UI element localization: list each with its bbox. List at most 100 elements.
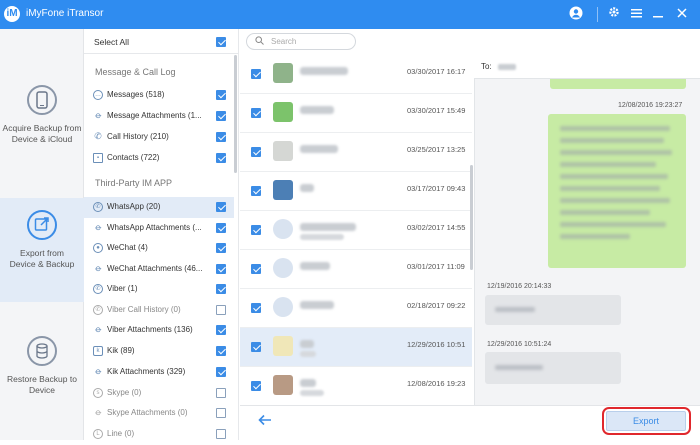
export-button[interactable]: Export: [606, 411, 686, 431]
default-avatar-icon: [273, 258, 293, 278]
message-row[interactable]: 03/30/2017 15:49: [240, 94, 472, 133]
category-viber-attachments[interactable]: ⌀ Viber Attachments (136): [84, 320, 234, 341]
category-checkbox[interactable]: [216, 264, 226, 274]
category-scrollbar[interactable]: [234, 55, 237, 173]
back-arrow-icon[interactable]: [258, 414, 272, 429]
viber-icon: ✆: [93, 305, 103, 315]
message-list: 03/30/2017 16:17 03/30/2017 15:49 03/25/…: [240, 55, 472, 406]
incoming-message-bubble: [485, 352, 621, 384]
row-checkbox[interactable]: [251, 225, 261, 235]
message-row[interactable]: 12/08/2016 19:23: [240, 367, 472, 406]
category-call-history[interactable]: ✆ Call History (210): [84, 127, 234, 148]
row-checkbox[interactable]: [251, 108, 261, 118]
blurred-message-text: [560, 186, 660, 191]
category-skype-attachments[interactable]: ⌀ Skype Attachments (0): [84, 403, 234, 424]
category-message-attachments[interactable]: ⌀ Message Attachments (1...: [84, 106, 234, 127]
category-whatsapp[interactable]: ✆ WhatsApp (20): [84, 197, 234, 218]
blurred-name: [300, 262, 330, 270]
message-row-selected[interactable]: 12/29/2016 10:51: [240, 328, 472, 367]
message-date: 03/25/2017 13:25: [407, 145, 466, 154]
blurred-name: [300, 184, 314, 192]
category-whatsapp-attachments[interactable]: ⌀ WhatsApp Attachments (...: [84, 218, 234, 239]
message-timestamp: 12/19/2016 20:14:33: [487, 283, 552, 290]
category-checkbox[interactable]: [216, 408, 226, 418]
minimize-icon[interactable]: [650, 6, 666, 22]
category-kik[interactable]: k Kik (89): [84, 341, 234, 362]
message-row[interactable]: 02/18/2017 09:22: [240, 289, 472, 328]
user-icon[interactable]: [568, 6, 584, 22]
message-row[interactable]: 03/02/2017 14:55: [240, 211, 472, 250]
message-list-scrollbar[interactable]: [470, 165, 473, 270]
divider: [84, 53, 238, 54]
category-wechat[interactable]: ● WeChat (4): [84, 238, 234, 259]
category-checkbox[interactable]: [216, 223, 226, 233]
blurred-message-text: [495, 307, 535, 312]
category-label: Call History (210): [107, 132, 169, 141]
row-checkbox[interactable]: [251, 381, 261, 391]
row-checkbox[interactable]: [251, 264, 261, 274]
title-bar: iM iMyFone iTransor: [0, 0, 700, 29]
category-checkbox[interactable]: [216, 325, 226, 335]
category-checkbox[interactable]: [216, 346, 226, 356]
wechat-icon: ●: [93, 243, 103, 253]
category-label: Skype (0): [107, 388, 142, 397]
search-input[interactable]: Search: [246, 33, 356, 50]
message-date: 03/17/2017 09:43: [407, 184, 466, 193]
category-wechat-attachments[interactable]: ⌀ WeChat Attachments (46...: [84, 259, 234, 280]
nav-export-from-device[interactable]: Export from Device & Backup: [0, 198, 84, 302]
category-checkbox[interactable]: [216, 284, 226, 294]
category-label: WeChat (4): [107, 243, 148, 252]
category-checkbox[interactable]: [216, 90, 226, 100]
gear-icon[interactable]: [606, 6, 622, 22]
close-icon[interactable]: [674, 6, 690, 22]
nav-restore-backup[interactable]: Restore Backup to Device: [0, 322, 84, 422]
contact-thumbnail: [273, 180, 293, 200]
row-checkbox[interactable]: [251, 342, 261, 352]
category-kik-attachments[interactable]: ⌀ Kik Attachments (329): [84, 362, 234, 383]
category-contacts[interactable]: ▪ Contacts (722): [84, 148, 234, 169]
category-checkbox[interactable]: [216, 243, 226, 253]
category-viber-call-history[interactable]: ✆ Viber Call History (0): [84, 300, 234, 321]
category-messages[interactable]: … Messages (518): [84, 85, 234, 106]
category-checkbox[interactable]: [216, 388, 226, 398]
app-logo: iM: [4, 6, 20, 22]
category-line[interactable]: L Line (0): [84, 424, 234, 445]
paperclip-icon: ⌀: [93, 323, 104, 335]
category-checkbox[interactable]: [216, 132, 226, 142]
message-row[interactable]: 03/30/2017 16:17: [240, 55, 472, 94]
message-row[interactable]: 03/01/2017 11:09: [240, 250, 472, 289]
category-checkbox[interactable]: [216, 111, 226, 121]
row-checkbox[interactable]: [251, 186, 261, 196]
category-skype[interactable]: s Skype (0): [84, 383, 234, 404]
category-checkbox[interactable]: [216, 367, 226, 377]
select-all-checkbox[interactable]: [216, 37, 226, 47]
blurred-message-text: [560, 126, 670, 131]
category-checkbox[interactable]: [216, 202, 226, 212]
category-checkbox[interactable]: [216, 153, 226, 163]
section-third-party-im: Third-Party IM APP: [95, 178, 173, 188]
message-row[interactable]: 03/25/2017 13:25: [240, 133, 472, 172]
message-row[interactable]: 03/17/2017 09:43: [240, 172, 472, 211]
message-date: 02/18/2017 09:22: [407, 301, 466, 310]
row-checkbox[interactable]: [251, 303, 261, 313]
category-checkbox[interactable]: [216, 429, 226, 439]
nav-acquire-backup[interactable]: Acquire Backup from Device & iCloud: [0, 85, 84, 195]
titlebar-divider: [597, 7, 598, 22]
search-placeholder: Search: [271, 37, 297, 46]
contact-thumbnail: [273, 63, 293, 83]
category-label: Skype Attachments (0): [107, 408, 188, 417]
category-checkbox[interactable]: [216, 305, 226, 315]
blurred-message-text: [560, 210, 650, 215]
row-checkbox[interactable]: [251, 147, 261, 157]
blurred-subtext: [300, 234, 344, 240]
row-checkbox[interactable]: [251, 69, 261, 79]
default-avatar-icon: [273, 219, 293, 239]
contact-thumbnail: [273, 375, 293, 395]
recipient-bar: To:: [474, 55, 700, 79]
phone-icon: [27, 85, 57, 115]
paperclip-icon: ⌀: [93, 406, 104, 418]
nav-export-label-1: Export from: [20, 248, 64, 258]
category-viber[interactable]: ✆ Viber (1): [84, 279, 234, 300]
blurred-name: [300, 379, 316, 387]
menu-icon[interactable]: [628, 6, 644, 22]
